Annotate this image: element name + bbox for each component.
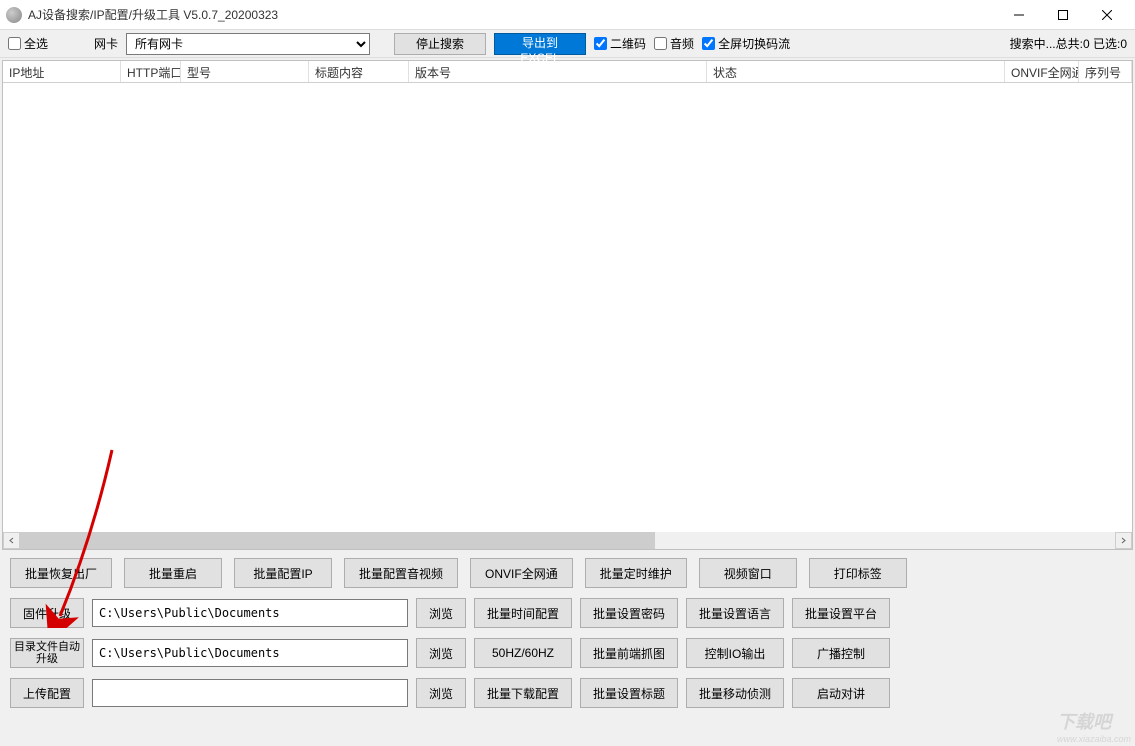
app-icon (6, 7, 22, 23)
fullscreen-switch-checkbox[interactable]: 全屏切换码流 (702, 35, 790, 52)
batch-motion-detect-button[interactable]: 批量移动侦测 (686, 678, 784, 708)
qrcode-label: 二维码 (610, 35, 646, 52)
nic-label: 网卡 (94, 35, 118, 52)
window-title: AJ设备搜索/IP配置/升级工具 V5.0.7_20200323 (28, 6, 997, 23)
stop-search-button[interactable]: 停止搜索 (394, 33, 486, 55)
minimize-button[interactable] (997, 1, 1041, 29)
io-output-button[interactable]: 控制IO输出 (686, 638, 784, 668)
audio-label: 音频 (670, 35, 694, 52)
scroll-thumb[interactable] (20, 532, 655, 549)
export-excel-button[interactable]: 导出到EXCEL (494, 33, 586, 55)
batch-config-av-button[interactable]: 批量配置音视频 (344, 558, 458, 588)
onvif-all-button[interactable]: ONVIF全网通 (470, 558, 573, 588)
upload-config-button[interactable]: 上传配置 (10, 678, 84, 708)
batch-snapshot-button[interactable]: 批量前端抓图 (580, 638, 678, 668)
nic-select[interactable]: 所有网卡 (126, 33, 370, 55)
search-status: 搜索中...总共:0 已选:0 (1010, 35, 1127, 52)
video-window-button[interactable]: 视频窗口 (699, 558, 797, 588)
batch-time-config-button[interactable]: 批量时间配置 (474, 598, 572, 628)
titlebar: AJ设备搜索/IP配置/升级工具 V5.0.7_20200323 (0, 0, 1135, 30)
col-onvif[interactable]: ONVIF全网通 (1005, 61, 1079, 82)
col-state[interactable]: 状态 (707, 61, 1005, 82)
audio-checkbox[interactable]: 音频 (654, 35, 694, 52)
batch-platform-button[interactable]: 批量设置平台 (792, 598, 890, 628)
batch-config-ip-button[interactable]: 批量配置IP (234, 558, 332, 588)
qrcode-checkbox[interactable]: 二维码 (594, 35, 646, 52)
fullscreen-switch-label: 全屏切换码流 (718, 35, 790, 52)
firmware-path-input[interactable] (92, 599, 408, 627)
firmware-browse-button[interactable]: 浏览 (416, 598, 466, 628)
select-all-checkbox[interactable]: 全选 (8, 35, 48, 52)
device-grid: IP地址 HTTP端口 型号 标题内容 版本号 状态 ONVIF全网通 序列号 (2, 60, 1133, 550)
dir-browse-button[interactable]: 浏览 (416, 638, 466, 668)
upload-browse-button[interactable]: 浏览 (416, 678, 466, 708)
close-button[interactable] (1085, 1, 1129, 29)
toolbar: 全选 网卡 所有网卡 停止搜索 导出到EXCEL 二维码 音频 全屏切换码流 搜… (0, 30, 1135, 58)
batch-password-button[interactable]: 批量设置密码 (580, 598, 678, 628)
batch-reboot-button[interactable]: 批量重启 (124, 558, 222, 588)
scroll-track[interactable] (20, 532, 1115, 549)
col-serial[interactable]: 序列号 (1079, 61, 1132, 82)
grid-header: IP地址 HTTP端口 型号 标题内容 版本号 状态 ONVIF全网通 序列号 (3, 61, 1132, 83)
batch-download-config-button[interactable]: 批量下载配置 (474, 678, 572, 708)
batch-scheduled-maint-button[interactable]: 批量定时维护 (585, 558, 687, 588)
col-title-content[interactable]: 标题内容 (309, 61, 409, 82)
bottom-panel: 批量恢复出厂 批量重启 批量配置IP 批量配置音视频 ONVIF全网通 批量定时… (0, 552, 1135, 724)
maximize-button[interactable] (1041, 1, 1085, 29)
batch-set-title-button[interactable]: 批量设置标题 (580, 678, 678, 708)
col-ip[interactable]: IP地址 (3, 61, 121, 82)
scroll-right-icon[interactable] (1115, 532, 1132, 549)
print-label-button[interactable]: 打印标签 (809, 558, 907, 588)
col-http-port[interactable]: HTTP端口 (121, 61, 181, 82)
broadcast-control-button[interactable]: 广播控制 (792, 638, 890, 668)
horizontal-scrollbar[interactable] (3, 532, 1132, 549)
grid-body[interactable] (3, 83, 1132, 532)
dir-path-input[interactable] (92, 639, 408, 667)
start-intercom-button[interactable]: 启动对讲 (792, 678, 890, 708)
scroll-left-icon[interactable] (3, 532, 20, 549)
select-all-label: 全选 (24, 35, 48, 52)
upload-path-input[interactable] (92, 679, 408, 707)
batch-factory-reset-button[interactable]: 批量恢复出厂 (10, 558, 112, 588)
firmware-upgrade-button[interactable]: 固件升级 (10, 598, 84, 628)
col-version[interactable]: 版本号 (409, 61, 707, 82)
batch-language-button[interactable]: 批量设置语言 (686, 598, 784, 628)
col-model[interactable]: 型号 (181, 61, 309, 82)
dir-auto-upgrade-button[interactable]: 目录文件自动升级 (10, 638, 84, 668)
hz-button[interactable]: 50HZ/60HZ (474, 638, 572, 668)
